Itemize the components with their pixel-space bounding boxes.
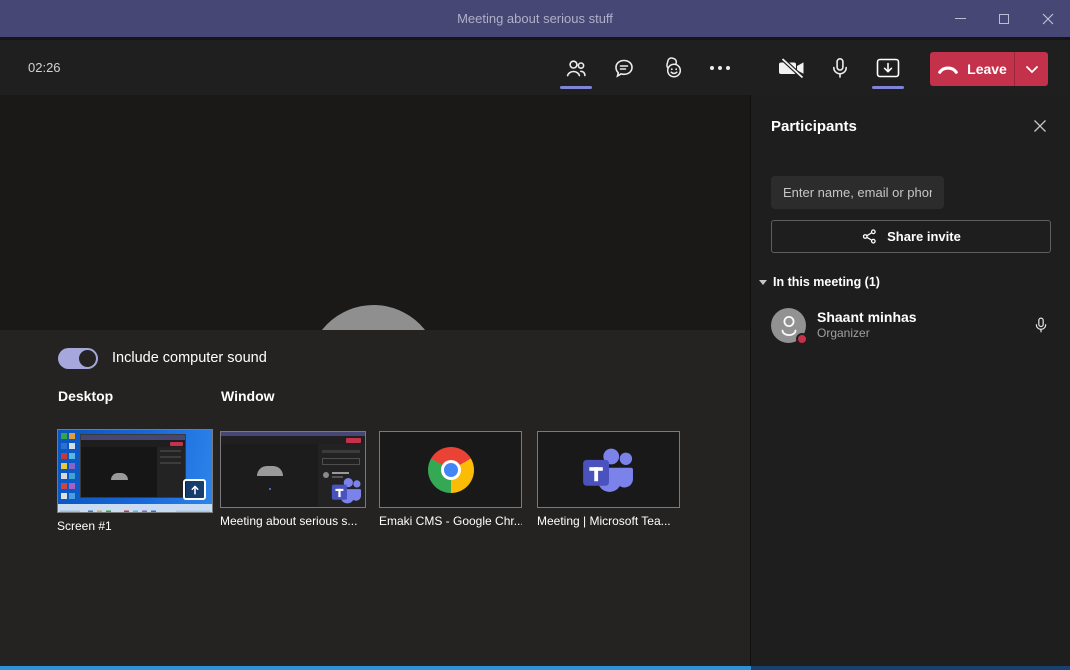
chrome-logo-icon	[428, 447, 474, 493]
close-panel-button[interactable]	[1026, 112, 1054, 140]
share-invite-label: Share invite	[887, 229, 961, 244]
meeting-timer: 02:26	[28, 40, 61, 95]
computer-sound-toggle[interactable]	[58, 348, 98, 369]
share-thumbnail-screen1-preview[interactable]	[57, 429, 213, 513]
reactions-button[interactable]	[649, 45, 695, 90]
participant-mic-button[interactable]	[1032, 316, 1050, 334]
teams-app-preview	[538, 432, 679, 507]
section-label: In this meeting (1)	[773, 275, 880, 289]
desktop-group-label: Desktop	[58, 388, 113, 404]
leave-label: Leave	[967, 61, 1007, 77]
share-thumbnail-teams-app-preview[interactable]	[537, 431, 680, 508]
screen-share-tray: Include computer sound Desktop Window	[0, 330, 750, 666]
share-thumbnail-meeting-window: Meeting about serious s...	[220, 431, 366, 528]
mini-teams-window	[80, 434, 186, 498]
thumbnail-label: Meeting about serious s...	[220, 514, 366, 528]
mini-taskbar	[58, 504, 212, 512]
share-tray-button[interactable]	[865, 45, 911, 90]
share-thumbnail-chrome-preview[interactable]	[379, 431, 522, 508]
share-arrow-overlay-icon	[183, 479, 206, 500]
in-this-meeting-section[interactable]: In this meeting (1)	[759, 275, 1070, 289]
share-thumbnail-meeting-window-preview[interactable]	[220, 431, 366, 508]
teams-meeting-window: Meeting about serious stuff 02:26	[0, 0, 1070, 670]
share-thumbnail-screen1: Screen #1	[57, 429, 213, 533]
participants-header: Participants	[751, 95, 1070, 157]
hang-up-icon	[937, 63, 959, 75]
share-icon	[861, 228, 878, 245]
titlebar: Meeting about serious stuff	[0, 0, 1070, 37]
ellipsis-icon	[710, 66, 730, 70]
invite-search-input[interactable]	[771, 176, 944, 209]
share-tray-icon	[875, 57, 901, 79]
camera-off-icon	[778, 56, 806, 80]
participants-body: Share invite In this meeting (1) Shaant …	[751, 157, 1070, 666]
share-thumbnail-teams-app: Meeting | Microsoft Tea...	[537, 431, 680, 528]
teams-logo-icon	[582, 445, 636, 495]
leave-button-group: Leave	[930, 52, 1048, 86]
close-icon	[1033, 119, 1047, 133]
desktop-icons	[59, 431, 76, 505]
presence-busy-dot	[796, 333, 808, 345]
window-group-label: Window	[221, 388, 275, 404]
participant-name: Shaant minhas	[817, 309, 1032, 326]
meeting-toolbar: 02:26	[0, 40, 1070, 95]
maximize-button[interactable]	[982, 0, 1026, 37]
desktop-preview	[58, 430, 212, 512]
thumbnail-label: Emaki CMS - Google Chr...	[379, 514, 522, 528]
taskbar-edge	[0, 666, 1070, 670]
close-icon	[1042, 13, 1054, 25]
thumbnail-label: Meeting | Microsoft Tea...	[537, 514, 680, 528]
participant-row[interactable]: Shaant minhas Organizer	[771, 305, 1050, 345]
microphone-icon	[1032, 316, 1050, 334]
share-thumbnail-chrome: Emaki CMS - Google Chr...	[379, 431, 522, 528]
share-invite-button[interactable]: Share invite	[771, 220, 1051, 253]
camera-toggle-button[interactable]	[769, 45, 815, 90]
minimize-button[interactable]	[938, 0, 982, 37]
maximize-icon	[999, 14, 1009, 24]
reactions-icon	[659, 56, 685, 80]
more-options-button[interactable]	[697, 45, 743, 90]
close-button[interactable]	[1026, 0, 1070, 37]
people-icon	[564, 56, 588, 80]
meeting-window-preview	[221, 432, 365, 507]
participants-button[interactable]	[553, 45, 599, 90]
collapse-triangle-icon	[759, 280, 767, 285]
window-title: Meeting about serious stuff	[0, 0, 1070, 37]
thumbnail-label: Screen #1	[57, 519, 213, 533]
minimize-icon	[955, 18, 966, 19]
chrome-window-preview	[380, 432, 521, 507]
taskbar-edge-left	[0, 666, 751, 670]
avatar	[771, 308, 806, 343]
microphone-toggle-button[interactable]	[817, 45, 863, 90]
chevron-down-icon	[1025, 65, 1039, 74]
meeting-stage: Include computer sound Desktop Window	[0, 95, 750, 666]
toggle-knob	[79, 350, 96, 367]
participant-role: Organizer	[817, 326, 1032, 341]
taskbar-edge-right	[751, 666, 1070, 670]
teams-logo-icon	[331, 476, 363, 505]
participants-panel: Participants Share invite In this meetin…	[750, 95, 1070, 666]
leave-options-button[interactable]	[1015, 52, 1048, 86]
computer-sound-label: Include computer sound	[112, 350, 267, 366]
participants-title: Participants	[771, 95, 857, 157]
chat-button[interactable]	[601, 45, 647, 90]
leave-button[interactable]: Leave	[930, 52, 1015, 86]
chat-icon	[612, 56, 636, 80]
microphone-icon	[828, 56, 852, 80]
